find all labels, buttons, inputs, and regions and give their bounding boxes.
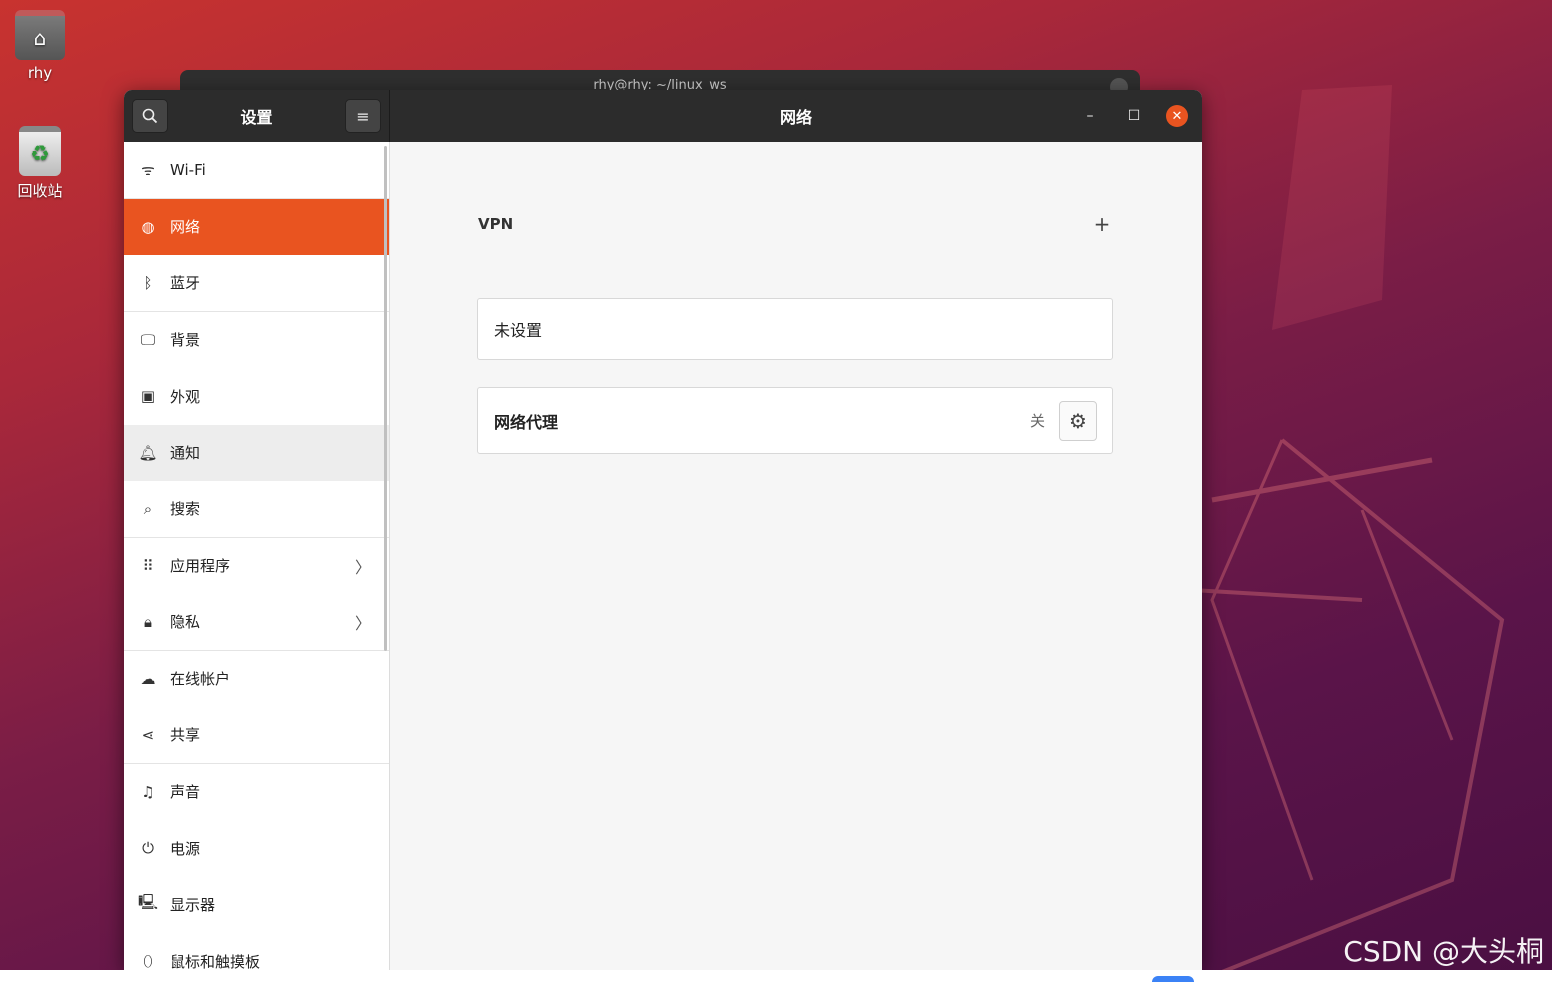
trash-label: 回收站 xyxy=(17,182,63,200)
sidebar-item-label: 通知 xyxy=(170,444,201,463)
sidebar-item-bluetooth[interactable]: ᛒ 蓝牙 xyxy=(124,255,389,312)
sidebar-item-label: 网络 xyxy=(170,218,201,237)
sidebar-item-background[interactable]: 🖵 背景 xyxy=(124,312,389,369)
sidebar-item-label: 背景 xyxy=(170,331,201,350)
background-icon: 🖵 xyxy=(140,330,156,349)
sidebar-item-label: 声音 xyxy=(170,783,201,802)
sidebar-item-label: 搜索 xyxy=(170,500,201,519)
sidebar-item-label: 蓝牙 xyxy=(170,274,201,293)
hamburger-menu-icon: ≡ xyxy=(356,106,370,126)
search-button[interactable] xyxy=(132,99,168,133)
minimize-icon: – xyxy=(1086,108,1094,124)
home-folder-desktop-icon[interactable]: ⌂ rhy xyxy=(5,10,75,82)
sidebar-item-label: Wi-Fi xyxy=(170,160,206,179)
sidebar-item-label: 在线帐户 xyxy=(170,670,231,689)
gear-icon: ⚙ xyxy=(1069,408,1087,433)
proxy-settings-button[interactable]: ⚙ xyxy=(1059,400,1097,441)
plus-icon: + xyxy=(1093,212,1111,236)
trash-icon: ♻ xyxy=(19,126,61,176)
display-icon: 🖳 xyxy=(138,893,159,912)
bottom-indicator xyxy=(1152,976,1194,982)
sidebar-item-label: 共享 xyxy=(170,726,201,745)
cloud-icon: ☁︎ xyxy=(140,669,156,688)
close-button[interactable]: ✕ xyxy=(1166,105,1188,127)
minimize-button[interactable]: – xyxy=(1078,104,1102,128)
maximize-icon: ☐ xyxy=(1127,108,1141,124)
sidebar-item-privacy[interactable]: 🔒︎ 隐私 〉 xyxy=(124,594,389,651)
sidebar-title: 设置 xyxy=(240,108,273,127)
sidebar-item-search[interactable]: ⌕ 搜索 xyxy=(124,481,389,538)
sidebar-header: 设置 ≡ xyxy=(124,90,390,142)
sidebar-item-power[interactable]: ⏻ 电源 xyxy=(124,820,389,877)
network-panel: VPN + 未设置 网络代理 关 ⚙ xyxy=(390,142,1202,970)
sidebar-item-sound[interactable]: ♫ 声音 xyxy=(124,764,389,821)
chevron-right-icon: 〉 xyxy=(354,613,371,633)
sidebar-item-online-accounts[interactable]: ☁︎ 在线帐户 xyxy=(124,651,389,708)
vpn-empty-label: 未设置 xyxy=(494,321,543,340)
vpn-section-header: VPN + xyxy=(478,212,1114,236)
sidebar-item-notifications[interactable]: 🔔︎ 通知 xyxy=(124,424,389,481)
bell-icon: 🔔︎ xyxy=(138,443,158,462)
sidebar-scrollbar[interactable] xyxy=(384,146,387,651)
sidebar-item-label: 应用程序 xyxy=(170,557,231,576)
sidebar-item-appearance[interactable]: ▣ 外观 xyxy=(124,368,389,425)
settings-sidebar[interactable]: ᯤ Wi-Fi ◍ 网络 ᛒ 蓝牙 🖵 背景 ▣ 外观 🔔︎ 通知 ⌕ 搜索 ⠿… xyxy=(124,142,390,970)
menu-button[interactable]: ≡ xyxy=(344,99,381,133)
sidebar-item-label: 显示器 xyxy=(170,896,216,915)
header-bar: 设置 ≡ 网络 – ☐ ✕ xyxy=(124,90,1202,142)
sidebar-item-sharing[interactable]: ⋖ 共享 xyxy=(124,707,389,764)
settings-window: 设置 ≡ 网络 – ☐ ✕ ᯤ Wi-Fi ◍ 网络 ᛒ 蓝牙 🖵 背景 ▣ 外… xyxy=(124,90,1202,970)
power-icon: ⏻ xyxy=(142,839,154,858)
share-icon: ⋖ xyxy=(141,725,155,744)
sidebar-item-label: 电源 xyxy=(170,839,201,858)
network-proxy-row[interactable]: 网络代理 关 ⚙ xyxy=(477,387,1113,454)
bottom-strip xyxy=(0,970,1552,982)
network-icon: ◍ xyxy=(141,217,155,236)
sidebar-item-label: 鼠标和触摸板 xyxy=(170,952,261,970)
sidebar-item-label: 外观 xyxy=(170,387,201,406)
lock-icon: 🔒︎ xyxy=(144,612,152,631)
sidebar-item-mouse-touchpad[interactable]: ⬯ 鼠标和触摸板 xyxy=(124,933,389,970)
page-title: 网络 xyxy=(779,108,812,127)
watermark: CSDN @大头桐 xyxy=(1343,935,1544,968)
trash-desktop-icon[interactable]: ♻ 回收站 xyxy=(5,126,75,201)
network-proxy-status: 关 xyxy=(1029,412,1045,430)
vpn-list: 未设置 xyxy=(477,298,1113,360)
mouse-icon: ⬯ xyxy=(143,952,153,970)
sidebar-item-displays[interactable]: 🖳 显示器 xyxy=(124,877,389,934)
add-vpn-button[interactable]: + xyxy=(1090,212,1114,236)
home-folder-label: rhy xyxy=(27,64,53,82)
music-note-icon: ♫ xyxy=(141,782,155,801)
window-controls: – ☐ ✕ xyxy=(1078,104,1188,128)
chevron-right-icon: 〉 xyxy=(354,557,371,577)
network-proxy-label: 网络代理 xyxy=(494,412,559,432)
search-icon xyxy=(142,108,158,124)
vpn-section-title: VPN xyxy=(478,215,514,233)
sidebar-item-applications[interactable]: ⠿ 应用程序 〉 xyxy=(124,538,389,595)
main-header: 网络 – ☐ ✕ xyxy=(390,90,1202,142)
sidebar-item-label: 隐私 xyxy=(170,613,201,632)
sidebar-item-network[interactable]: ◍ 网络 xyxy=(124,198,389,255)
search-icon: ⌕ xyxy=(143,499,153,518)
maximize-button[interactable]: ☐ xyxy=(1122,104,1146,128)
wifi-icon: ᯤ xyxy=(141,160,155,179)
home-folder-icon: ⌂ xyxy=(15,10,65,60)
appearance-icon: ▣ xyxy=(140,387,156,406)
bluetooth-icon: ᛒ xyxy=(143,273,153,292)
close-icon: ✕ xyxy=(1171,108,1183,124)
apps-grid-icon: ⠿ xyxy=(142,556,154,575)
sidebar-item-wifi[interactable]: ᯤ Wi-Fi xyxy=(124,142,389,199)
